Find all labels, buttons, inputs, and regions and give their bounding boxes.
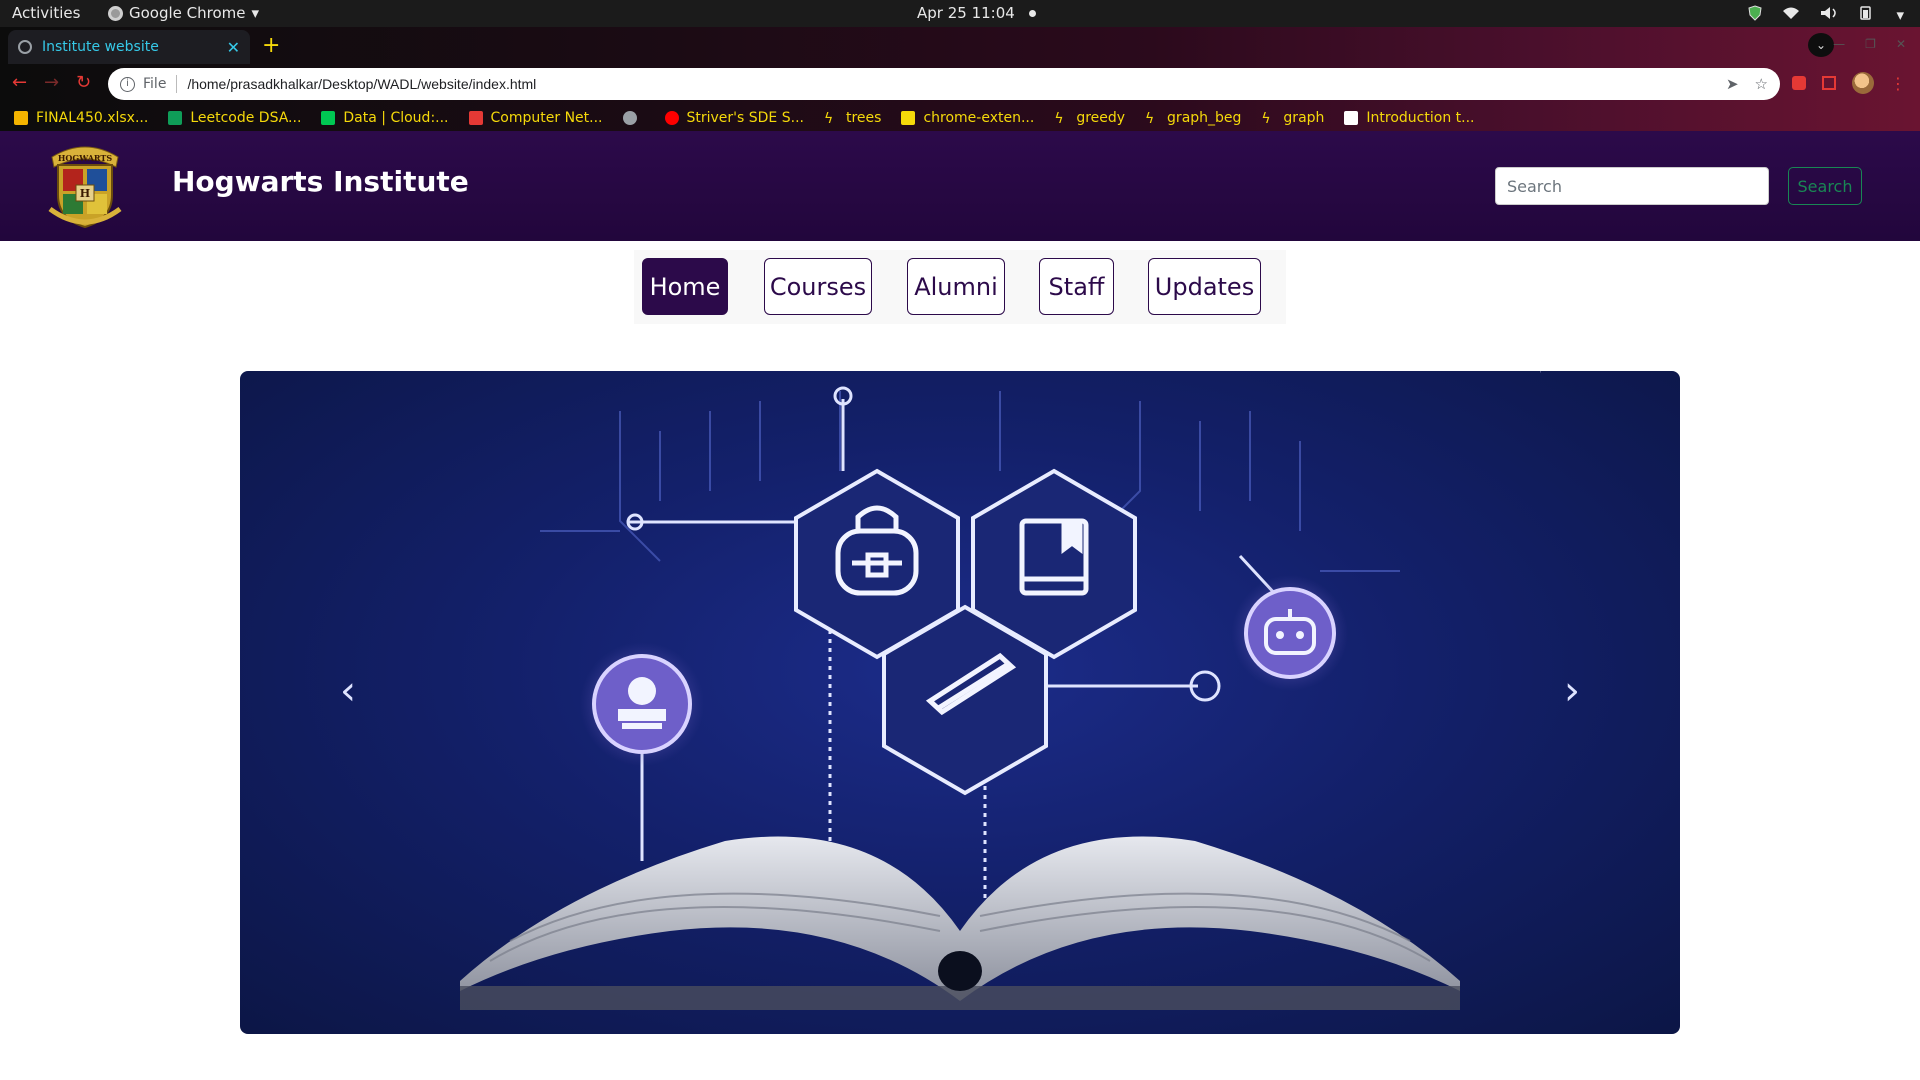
chevron-down-icon: ▾ <box>251 4 260 22</box>
crest-text: HOGWARTS <box>58 153 113 163</box>
address-bar[interactable]: i File /home/prasadkhalkar/Desktop/WADL/… <box>108 68 1780 100</box>
clock[interactable]: Apr 25 11:04 <box>917 4 1036 22</box>
chrome-icon <box>108 5 123 21</box>
bookmark-label: FINAL450.xlsx... <box>36 109 149 126</box>
url-scheme: File <box>143 76 167 92</box>
bookmark-label: Leetcode DSA... <box>190 109 302 126</box>
bolt-icon: ϟ <box>1261 110 1271 127</box>
nav-updates[interactable]: Updates <box>1148 258 1261 315</box>
dev-icon <box>1344 110 1359 125</box>
bookmark-item[interactable]: Leetcode DSA... <box>168 110 301 126</box>
bookmark-label: graph_beg <box>1167 109 1242 126</box>
back-icon[interactable]: ← <box>12 72 27 93</box>
leaf-icon <box>321 110 336 125</box>
bookmark-item[interactable]: ϟ graph_beg <box>1145 109 1242 127</box>
side-panel-icon[interactable] <box>1822 76 1836 90</box>
main-nav: Home Courses Alumni Staff Updates <box>634 250 1286 324</box>
activities-button[interactable]: Activities <box>12 4 80 22</box>
notification-dot-icon <box>1028 9 1036 17</box>
bookmark-item[interactable]: ϟ greedy <box>1054 109 1126 127</box>
bookmark-label: trees <box>845 109 882 126</box>
bookmark-item[interactable]: Data | Cloud:... <box>321 109 449 126</box>
bookmark-item[interactable]: ϟ trees <box>823 109 882 127</box>
drive-icon <box>14 110 28 125</box>
bookmark-item[interactable]: chrome-exten... <box>901 110 1034 126</box>
site-header: HOGWARTS H Hogwarts Institute Search <box>0 131 1920 241</box>
bookmark-label: Striver's SDE S... <box>686 109 804 126</box>
browser-frame: Institute website ✕ + ⌄ — ❐ ✕ ← → ↻ i Fi… <box>0 27 1920 131</box>
bookmark-label: Data | Cloud:... <box>343 109 449 126</box>
bookmark-item[interactable]: Introduction t... <box>1344 110 1474 126</box>
site-title[interactable]: Hogwarts Institute <box>172 165 469 198</box>
bookmark-label: Computer Net... <box>490 109 603 126</box>
bolt-icon: ϟ <box>1054 110 1064 127</box>
close-icon[interactable]: ✕ <box>227 38 240 57</box>
new-tab-button[interactable]: + <box>262 35 280 57</box>
bookmark-item[interactable]: FINAL450.xlsx... <box>14 110 148 126</box>
chevron-down-icon: ▾ <box>1896 6 1904 24</box>
digital-education-illustration <box>460 386 1460 1010</box>
svg-text:H: H <box>80 187 90 200</box>
search-button[interactable]: Search <box>1788 167 1862 205</box>
restore-icon[interactable]: ❐ <box>1865 37 1876 51</box>
extensions-icon[interactable] <box>1792 76 1806 90</box>
sheets-icon <box>168 110 183 125</box>
clock-text: Apr 25 11:04 <box>917 4 1015 22</box>
youtube-icon <box>664 110 679 125</box>
bookmark-item[interactable] <box>622 110 645 125</box>
bolt-icon: ϟ <box>1145 110 1155 127</box>
globe-icon <box>18 40 32 54</box>
lg-icon <box>901 110 916 125</box>
globe-icon <box>622 110 637 125</box>
url-text[interactable]: /home/prasadkhalkar/Desktop/WADL/website… <box>187 76 1726 92</box>
carousel-next-button[interactable]: › <box>1552 671 1592 711</box>
bookmark-label: Introduction t... <box>1366 109 1475 126</box>
menu-icon[interactable]: ⋮ <box>1890 74 1906 93</box>
bolt-icon: ϟ <box>823 110 834 127</box>
browser-toolbar: ← → ↻ i File /home/prasadkhalkar/Desktop… <box>0 64 1920 104</box>
nav-courses[interactable]: Courses <box>764 258 872 315</box>
nav-staff[interactable]: Staff <box>1039 258 1114 315</box>
bookmark-item[interactable]: Striver's SDE S... <box>664 109 804 126</box>
search-input[interactable] <box>1495 167 1769 205</box>
carousel-prev-button[interactable]: ‹ <box>328 671 368 711</box>
battery-icon <box>1860 6 1872 20</box>
hogwarts-crest-logo[interactable]: HOGWARTS H <box>42 139 128 231</box>
bookmark-label: greedy <box>1076 109 1126 126</box>
info-icon[interactable]: i <box>120 76 135 92</box>
reload-icon[interactable]: ↻ <box>76 72 91 93</box>
nav-alumni[interactable]: Alumni <box>907 258 1005 315</box>
bookmarks-bar: FINAL450.xlsx... Leetcode DSA... Data | Cl… <box>0 104 1920 131</box>
nav-home[interactable]: Home <box>642 258 728 315</box>
close-window-icon[interactable]: ✕ <box>1896 37 1906 51</box>
minimize-icon[interactable]: — <box>1833 37 1845 51</box>
volume-icon <box>1821 7 1837 19</box>
extension-area: ⋮ <box>1792 72 1906 94</box>
bookmark-label: graph <box>1283 109 1325 126</box>
send-icon[interactable]: ➤ <box>1726 75 1739 93</box>
bookmark-item[interactable]: ϟ graph <box>1261 109 1325 127</box>
bookmark-label: chrome-exten... <box>923 109 1035 126</box>
window-controls: — ❐ ✕ <box>1833 37 1906 51</box>
bookmark-item[interactable]: Computer Net... <box>468 109 603 126</box>
app-menu[interactable]: Google Chrome ▾ <box>108 4 259 22</box>
tab-title: Institute website <box>42 39 159 55</box>
url-divider <box>176 75 178 93</box>
tab-search-button[interactable]: ⌄ <box>1808 33 1834 57</box>
profile-avatar[interactable] <box>1852 72 1874 94</box>
browser-tab[interactable]: Institute website ✕ <box>8 30 250 64</box>
os-top-bar: Activities Google Chrome ▾ Apr 25 11:04 … <box>0 0 1920 27</box>
shield-icon <box>1748 5 1763 21</box>
wifi-icon <box>1783 7 1800 19</box>
omnibox-actions: ➤ ☆ <box>1726 75 1768 93</box>
hero-carousel: ‹ › <box>240 371 1680 1034</box>
app-name: Google Chrome <box>129 4 246 22</box>
system-tray[interactable]: ▾ <box>1748 5 1904 24</box>
v-icon <box>468 110 483 125</box>
forward-icon[interactable]: → <box>44 72 59 93</box>
star-icon[interactable]: ☆ <box>1755 75 1768 93</box>
